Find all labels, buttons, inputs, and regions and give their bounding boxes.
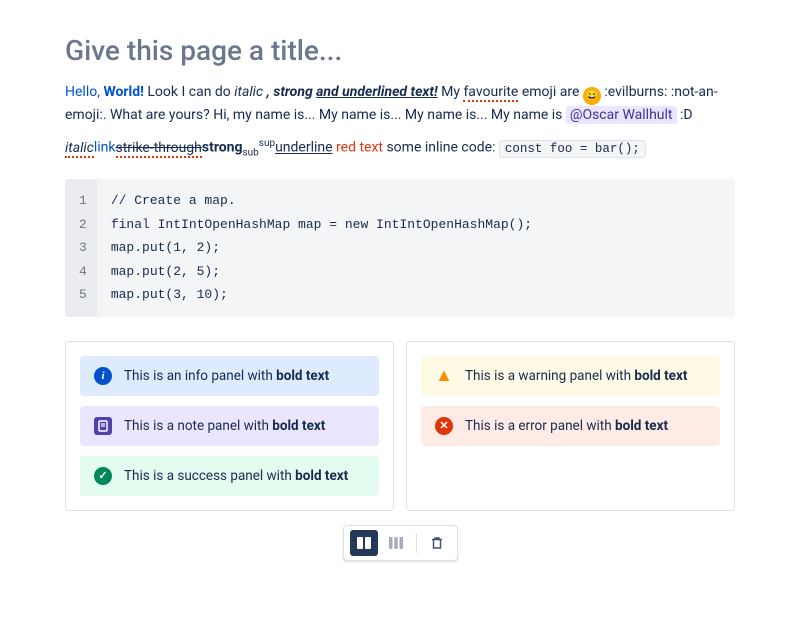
strong-text: , strong xyxy=(267,84,317,100)
three-column-button[interactable] xyxy=(382,530,410,556)
line-number: 1 xyxy=(65,189,97,213)
panel-text: This is a error panel with bold text xyxy=(465,416,668,436)
note-panel[interactable]: This is a note panel with bold text xyxy=(80,406,379,446)
panel-text: This is a note panel with bold text xyxy=(124,416,325,436)
success-panel[interactable]: ✓ This is a success panel with bold text xyxy=(80,456,379,496)
sub-sample: sub xyxy=(242,148,258,159)
code-line: map.put(1, 2); xyxy=(111,236,532,260)
plain-text: emoji are xyxy=(522,84,583,100)
success-icon: ✓ xyxy=(94,467,112,485)
paragraph-2[interactable]: italiclinkstrike-throughstrongsubsupunde… xyxy=(65,136,735,161)
inline-code: const foo = bar(); xyxy=(499,140,646,158)
underline-sample: underline xyxy=(275,140,332,156)
underlined-strong-italic-text: and underlined text! xyxy=(316,84,437,100)
info-panel[interactable]: i This is an info panel with bold text xyxy=(80,356,379,396)
user-mention[interactable]: @Oscar Wallhult xyxy=(566,106,677,124)
warning-icon: ▲ xyxy=(435,367,453,385)
italic-text: italic xyxy=(234,84,266,100)
plain-text: Look I can do xyxy=(147,84,234,100)
code-line: map.put(3, 10); xyxy=(111,283,532,307)
panel-text: This is a success panel with bold text xyxy=(124,466,348,486)
inline-code-label: some inline code: xyxy=(386,140,498,156)
two-column-layout: i This is an info panel with bold text T… xyxy=(65,341,735,512)
column-right[interactable]: ▲ This is a warning panel with bold text… xyxy=(406,341,735,512)
plain-text: My xyxy=(441,84,463,100)
code-line: map.put(2, 5); xyxy=(111,260,532,284)
strike-sample: strike-through xyxy=(116,140,202,158)
spellcheck-word: favourite xyxy=(463,84,518,102)
red-text-sample: red text xyxy=(333,140,387,156)
plain-text: :D xyxy=(680,107,693,123)
layout-floating-toolbar xyxy=(343,525,458,561)
panel-text: This is an info panel with bold text xyxy=(124,366,329,386)
error-icon: ✕ xyxy=(435,417,453,435)
code-line: final IntIntOpenHashMap map = new IntInt… xyxy=(111,213,532,237)
hello-text: Hello, xyxy=(65,84,100,100)
grin-emoji-icon: 😄 xyxy=(583,87,601,105)
italic-sample: italic xyxy=(65,140,94,158)
code-gutter: 1 2 3 4 5 xyxy=(65,179,97,317)
line-number: 2 xyxy=(65,213,97,237)
panel-text: This is a warning panel with bold text xyxy=(465,366,687,386)
code-block[interactable]: 1 2 3 4 5 // Create a map. final IntIntO… xyxy=(65,179,735,317)
column-left[interactable]: i This is an info panel with bold text T… xyxy=(65,341,394,512)
link-sample[interactable]: link xyxy=(94,140,116,156)
line-number: 3 xyxy=(65,236,97,260)
two-column-button[interactable] xyxy=(350,530,378,556)
paragraph-1[interactable]: Hello, World! Look I can do italic , str… xyxy=(65,82,735,126)
world-text: World! xyxy=(103,84,143,100)
toolbar-divider xyxy=(416,533,417,553)
code-line: // Create a map. xyxy=(111,189,532,213)
delete-layout-button[interactable] xyxy=(423,530,451,556)
note-icon xyxy=(94,417,112,435)
sup-sample: sup xyxy=(259,138,275,149)
code-content[interactable]: // Create a map. final IntIntOpenHashMap… xyxy=(97,179,546,317)
editor-page: Give this page a title... Hello, World! … xyxy=(0,0,800,640)
line-number: 4 xyxy=(65,260,97,284)
page-title-input[interactable]: Give this page a title... xyxy=(65,30,735,72)
strong-sample: strong xyxy=(202,140,243,156)
line-number: 5 xyxy=(65,283,97,307)
error-panel[interactable]: ✕ This is a error panel with bold text xyxy=(421,406,720,446)
warning-panel[interactable]: ▲ This is a warning panel with bold text xyxy=(421,356,720,396)
info-icon: i xyxy=(94,367,112,385)
